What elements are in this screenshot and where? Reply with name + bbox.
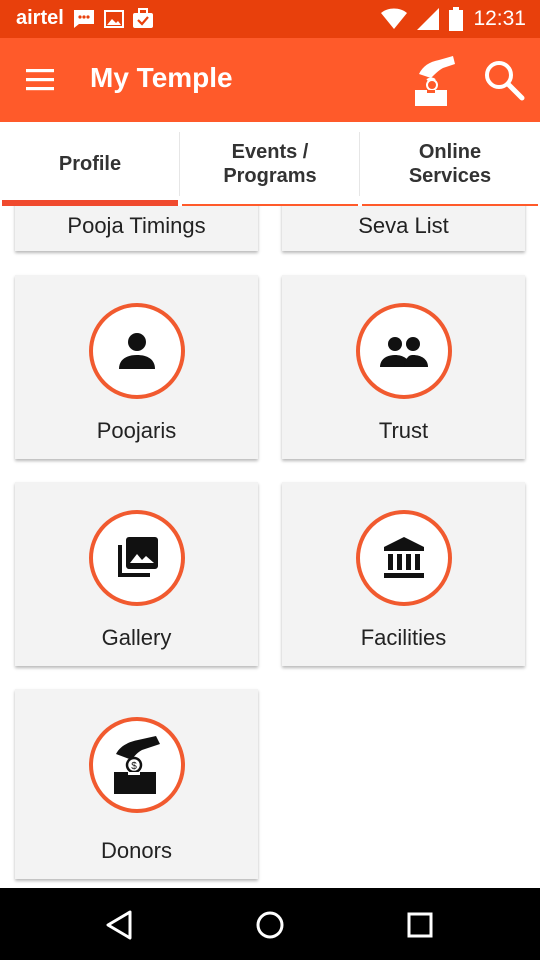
status-bar: airtel 12:31 <box>0 0 540 38</box>
card-label: Donors <box>101 838 172 863</box>
recents-icon[interactable] <box>403 908 437 942</box>
card-label: Poojaris <box>96 418 177 443</box>
card-poojaris[interactable]: Poojaris <box>15 275 258 459</box>
tab-events-label-line2: Programs <box>223 165 317 187</box>
svg-text:$: $ <box>131 761 137 772</box>
battery-icon <box>449 7 464 31</box>
home-icon[interactable] <box>253 908 287 942</box>
tab-profile[interactable]: Profile <box>0 122 180 206</box>
card-seva-list[interactable]: Seva List <box>282 206 525 251</box>
app-title: My Temple <box>90 62 233 93</box>
wifi-icon <box>381 8 408 29</box>
back-icon[interactable] <box>102 908 136 942</box>
card-label: Facilities <box>360 625 447 650</box>
sms-icon <box>73 9 94 28</box>
card-pooja-timings[interactable]: Pooja Timings <box>15 206 258 251</box>
status-right: 12:31 <box>381 7 526 31</box>
tab-online-label: Online Services <box>409 140 491 188</box>
briefcase-check-icon <box>132 7 153 28</box>
app-bar: My Temple <box>0 38 540 122</box>
person-icon <box>119 333 155 369</box>
carrier-name: airtel <box>16 7 64 29</box>
tab-bar: Profile Events / Programs Online Service… <box>0 122 540 206</box>
profile-grid[interactable]: Pooja Timings Seva List Poojaris Trust G… <box>0 206 540 888</box>
card-label: Pooja Timings <box>67 213 206 238</box>
card-facilities[interactable]: Facilities <box>282 482 525 666</box>
card-label: Seva List <box>358 213 449 238</box>
card-icon-circle <box>89 303 185 399</box>
donation-box-icon: $ <box>114 736 160 794</box>
image-icon <box>103 9 124 28</box>
signal-icon <box>417 8 440 30</box>
clock: 12:31 <box>473 7 526 30</box>
card-icon-circle <box>89 510 185 606</box>
tab-profile-label: Profile <box>59 152 121 176</box>
menu-icon[interactable] <box>24 65 58 95</box>
search-icon[interactable] <box>482 58 526 102</box>
navigation-bar <box>0 888 540 960</box>
card-gallery[interactable]: Gallery <box>15 482 258 666</box>
donate-icon[interactable] <box>405 54 457 108</box>
photo-library-icon <box>118 537 158 577</box>
tab-events-label-line1: Events / <box>231 141 309 163</box>
people-icon <box>380 337 428 367</box>
tab-online-label-line1: Online <box>418 141 482 163</box>
card-label: Gallery <box>101 625 172 650</box>
bank-icon <box>384 537 424 578</box>
card-label: Trust <box>378 418 429 443</box>
tab-profile-label-line1: Profile <box>58 153 122 175</box>
tab-events-label: Events / Programs <box>223 140 316 188</box>
status-left: airtel <box>16 7 154 30</box>
tab-online-label-line2: Services <box>408 165 492 187</box>
card-icon-circle <box>356 510 452 606</box>
tab-online-services[interactable]: Online Services <box>360 122 540 206</box>
tab-events-programs[interactable]: Events / Programs <box>180 122 360 206</box>
card-trust[interactable]: Trust <box>282 275 525 459</box>
card-donors[interactable]: $ Donors <box>15 689 258 879</box>
card-icon-circle <box>356 303 452 399</box>
card-icon-circle: $ <box>89 717 185 813</box>
